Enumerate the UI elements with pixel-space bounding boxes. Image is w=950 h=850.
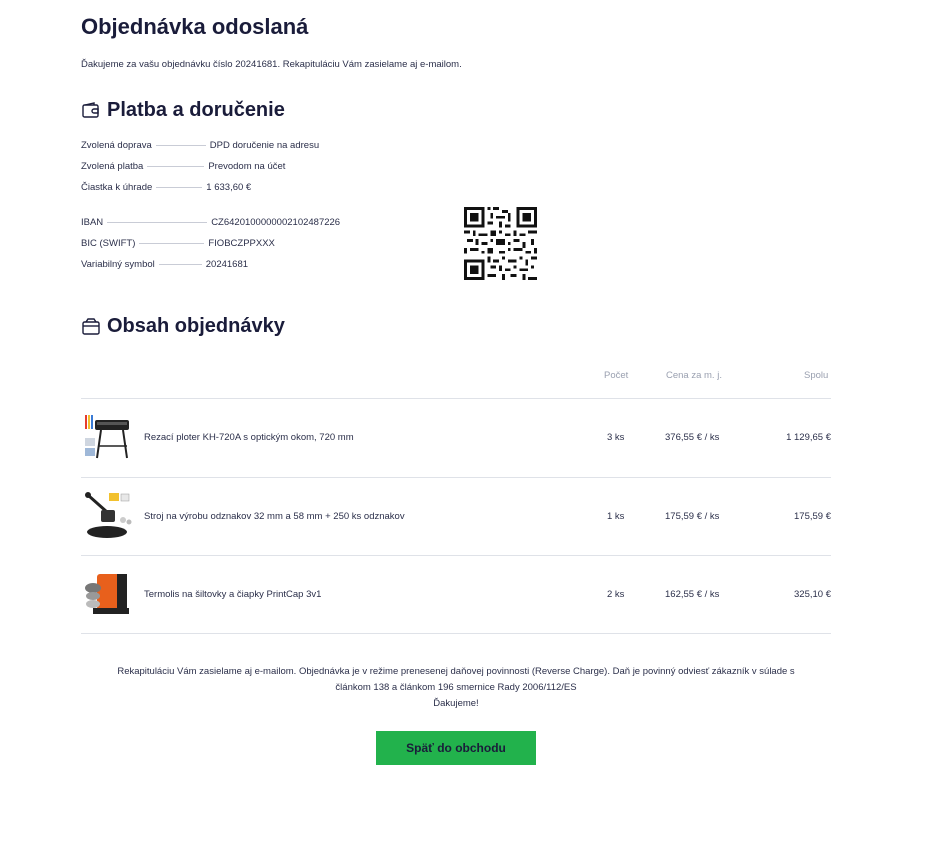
product-qty: 2 ks — [607, 589, 625, 600]
table-divider — [81, 477, 831, 478]
product-qty: 1 ks — [607, 511, 625, 522]
shipping-row: Zvolená doprava DPD doručenie na adresu — [81, 140, 319, 151]
product-name: Termolis na šiltovky a čiapky PrintCap 3… — [144, 589, 322, 600]
iban-label: IBAN — [81, 217, 104, 228]
product-qty: 3 ks — [607, 432, 625, 443]
page-title: Objednávka odoslaná — [81, 14, 309, 39]
wallet-icon — [82, 101, 99, 118]
divider — [147, 166, 205, 167]
table-divider — [81, 398, 831, 399]
product-total: 1 129,65 € — [786, 432, 831, 443]
product-total: 175,59 € — [794, 511, 831, 522]
variable-symbol-value: 20241681 — [205, 259, 249, 270]
payment-method-row: Zvolená platba Prevodom na účet — [81, 161, 285, 172]
shipping-label: Zvolená doprava — [81, 140, 152, 151]
bic-label: BIC (SWIFT) — [81, 238, 136, 249]
order-title-text: Obsah objednávky — [107, 315, 285, 337]
variable-symbol-row: Variabilný symbol 20241681 — [81, 259, 248, 270]
footer-line-2: článkom 138 a článkom 196 smernice Rady … — [335, 682, 577, 693]
amount-label: Čiastka k úhrade — [81, 182, 153, 193]
table-divider — [81, 633, 831, 634]
payment-title-text: Platba a doručenie — [107, 99, 285, 121]
divider — [139, 243, 205, 244]
product-image-cutting-plotter — [85, 415, 129, 459]
order-footer-note: Rekapituláciu Vám zasielame aj e-mailom.… — [81, 664, 831, 712]
column-header-unit-price: Cena za m. j. — [666, 370, 722, 381]
shipping-value: DPD doručenie na adresu — [209, 140, 320, 151]
amount-value: 1 633,60 € — [206, 182, 252, 193]
bic-value: FIOBCZPPXXX — [208, 238, 275, 249]
product-unit-price: 162,55 € / ks — [665, 589, 720, 600]
divider — [158, 264, 202, 265]
order-section-title: Obsah objednávky — [81, 315, 285, 338]
footer-thanks: Ďakujeme! — [433, 698, 479, 709]
divider — [155, 145, 206, 146]
product-image-badge-maker — [85, 492, 132, 538]
product-name: Stroj na výrobu odznakov 32 mm a 58 mm +… — [144, 511, 405, 522]
column-header-total: Spolu — [804, 370, 829, 381]
product-unit-price: 376,55 € / ks — [665, 432, 720, 443]
column-header-qty: Počet — [604, 370, 629, 381]
variable-symbol-label: Variabilný symbol — [81, 259, 155, 270]
iban-row: IBAN CZ6420100000002102487226 — [81, 217, 340, 228]
amount-row: Čiastka k úhrade 1 633,60 € — [81, 182, 251, 193]
divider — [156, 187, 203, 188]
bic-row: BIC (SWIFT) FIOBCZPPXXX — [81, 238, 275, 249]
divider — [107, 222, 208, 223]
product-name: Rezací ploter KH-720A s optickým okom, 7… — [144, 432, 354, 443]
box-icon — [82, 317, 100, 335]
order-intro-text: Ďakujeme za vašu objednávku číslo 202416… — [81, 59, 462, 70]
payment-method-label: Zvolená platba — [81, 161, 144, 172]
product-unit-price: 175,59 € / ks — [665, 511, 720, 522]
product-image-cap-press — [85, 574, 129, 614]
footer-line-1: Rekapituláciu Vám zasielame aj e-mailom.… — [117, 666, 795, 677]
back-to-shop-button[interactable]: Späť do obchodu — [376, 731, 536, 765]
payment-section-title: Platba a doručenie — [81, 99, 285, 122]
payment-method-value: Prevodom na účet — [208, 161, 286, 172]
product-total: 325,10 € — [794, 589, 831, 600]
iban-value: CZ6420100000002102487226 — [211, 217, 341, 228]
table-divider — [81, 555, 831, 556]
payment-qr-code — [464, 207, 537, 280]
